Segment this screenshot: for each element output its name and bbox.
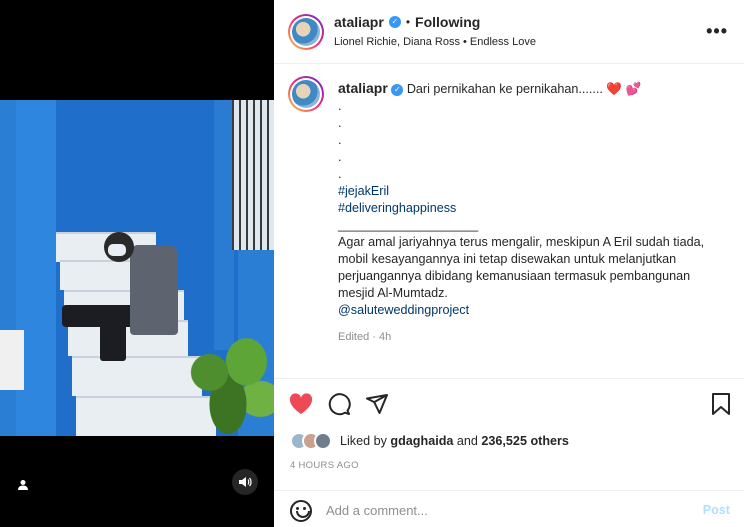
caption-line: perjuangannya dibidang kemanusiaan terma… <box>338 269 691 283</box>
post-media[interactable] <box>0 0 274 527</box>
post-button[interactable]: Post <box>703 503 730 517</box>
caption-avatar[interactable] <box>288 76 324 112</box>
liker-avatar[interactable] <box>314 432 332 450</box>
mention-link[interactable]: @saluteweddingproject <box>338 302 728 319</box>
post-timestamp[interactable]: 4 HOURS AGO <box>290 460 359 471</box>
caption-dot: . <box>338 167 342 181</box>
post-modal: ataliapr ✓ • Following Lionel Richie, Di… <box>0 0 744 527</box>
audio-attribution[interactable]: Lionel Richie, Diana Ross • Endless Love <box>334 36 536 48</box>
post-header: ataliapr ✓ • Following Lionel Richie, Di… <box>274 0 744 64</box>
likes-summary: Liked by gdaghaida and 236,525 others <box>290 430 569 452</box>
speaker-icon[interactable] <box>232 469 258 495</box>
caption-body: ataliapr ✓ Dari pernikahan ke pernikahan… <box>338 80 728 346</box>
bookmark-icon[interactable] <box>708 391 734 417</box>
action-bar <box>274 378 744 428</box>
heart-filled-icon[interactable] <box>288 391 314 417</box>
verified-badge-icon: ✓ <box>391 83 404 96</box>
comment-bar: Post <box>274 490 744 527</box>
caption-dot: . <box>338 150 342 164</box>
more-horizontal-icon[interactable]: ••• <box>706 21 728 42</box>
username[interactable]: ataliapr <box>334 14 384 30</box>
emoji-icon[interactable] <box>290 500 312 522</box>
person-icon[interactable] <box>14 476 32 494</box>
caption-line: mesjid Al-Mumtadz. <box>338 286 448 300</box>
post-details-panel: ataliapr ✓ • Following Lionel Richie, Di… <box>274 0 744 527</box>
likes-count[interactable]: 236,525 others <box>481 434 569 448</box>
hashtag-link[interactable]: #deliveringhappiness <box>338 200 728 217</box>
edited-timestamp: Edited · 4h <box>338 331 392 343</box>
liker-username[interactable]: gdaghaida <box>390 434 453 448</box>
caption-area: ataliapr ✓ Dari pernikahan ke pernikahan… <box>274 64 744 376</box>
caption-dot: . <box>338 99 342 113</box>
caption-username[interactable]: ataliapr <box>338 80 388 96</box>
separator-dot: • <box>405 15 411 29</box>
likes-text[interactable]: Liked by gdaghaida and 236,525 others <box>340 434 569 448</box>
paper-plane-icon[interactable] <box>364 391 390 417</box>
comment-input[interactable] <box>326 499 676 521</box>
following-button[interactable]: Following <box>415 14 480 30</box>
caption-dot: . <box>338 116 342 130</box>
caption-line: Agar amal jariyahnya terus mengalir, mes… <box>338 235 705 249</box>
hashtag-link[interactable]: #jejakEril <box>338 183 728 200</box>
post-photo[interactable] <box>0 100 274 436</box>
caption-dot: . <box>338 133 342 147</box>
caption-line: mobil kesayangannya ini tetap disewakan … <box>338 252 677 266</box>
red-heart-emoji: ❤️ <box>606 82 623 96</box>
two-hearts-emoji: 💕 <box>625 82 642 96</box>
caption-text: Dari pernikahan ke pernikahan....... <box>406 82 603 96</box>
caption-divider: ____________________ <box>338 218 479 232</box>
verified-badge-icon: ✓ <box>388 16 401 28</box>
avatar[interactable] <box>288 14 324 50</box>
comment-icon[interactable] <box>326 391 352 417</box>
